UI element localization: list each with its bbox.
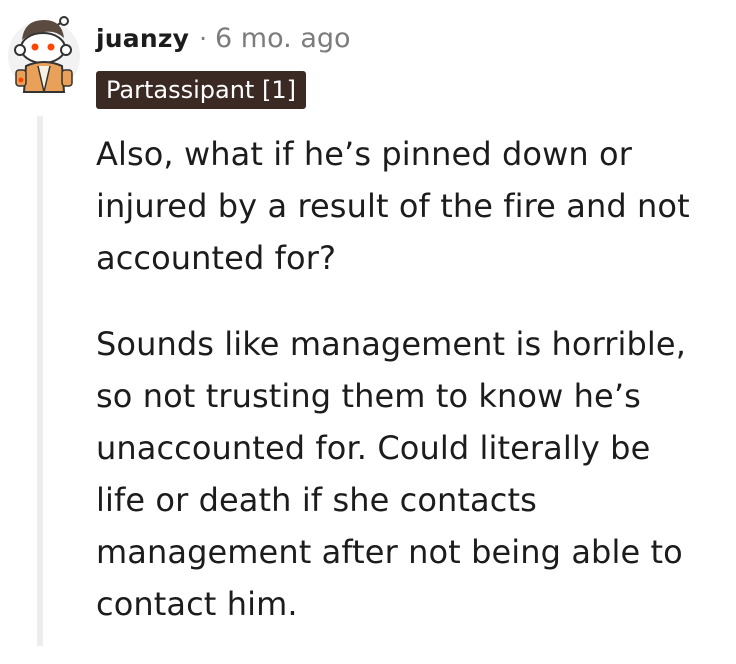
text-line: so not trusting them to know he’s — [96, 377, 641, 415]
text-line: unaccounted for. Could literally be — [96, 429, 651, 467]
user-flair-badge: Partassipant [1] — [96, 71, 306, 109]
text-line: contact him. — [96, 585, 298, 623]
text-line: Also, what if he’s pinned down or — [96, 135, 632, 173]
comment-body: Also, what if he’s pinned down or injure… — [96, 128, 726, 664]
thread-collapse-line[interactable] — [37, 116, 43, 646]
author-username[interactable]: juanzy — [96, 24, 189, 53]
text-line: injured by a result of the fire and not — [96, 187, 690, 225]
meta-separator: · — [199, 23, 208, 53]
comment: juanzy · 6 mo. ago Partassipant [1] Also… — [0, 0, 736, 646]
text-line: management after not being able to — [96, 533, 683, 571]
comment-paragraph: Sounds like management is horrible, so n… — [96, 318, 726, 630]
comment-timestamp[interactable]: 6 mo. ago — [215, 23, 350, 54]
reddit-snoo-avatar-icon — [8, 16, 80, 93]
comment-meta: juanzy · 6 mo. ago — [96, 18, 351, 58]
text-line: accounted for? — [96, 239, 337, 277]
text-line: Sounds like management is horrible, — [96, 325, 686, 363]
user-avatar[interactable] — [4, 10, 84, 98]
comment-paragraph: Also, what if he’s pinned down or injure… — [96, 128, 726, 284]
text-line: life or death if she contacts — [96, 481, 537, 519]
